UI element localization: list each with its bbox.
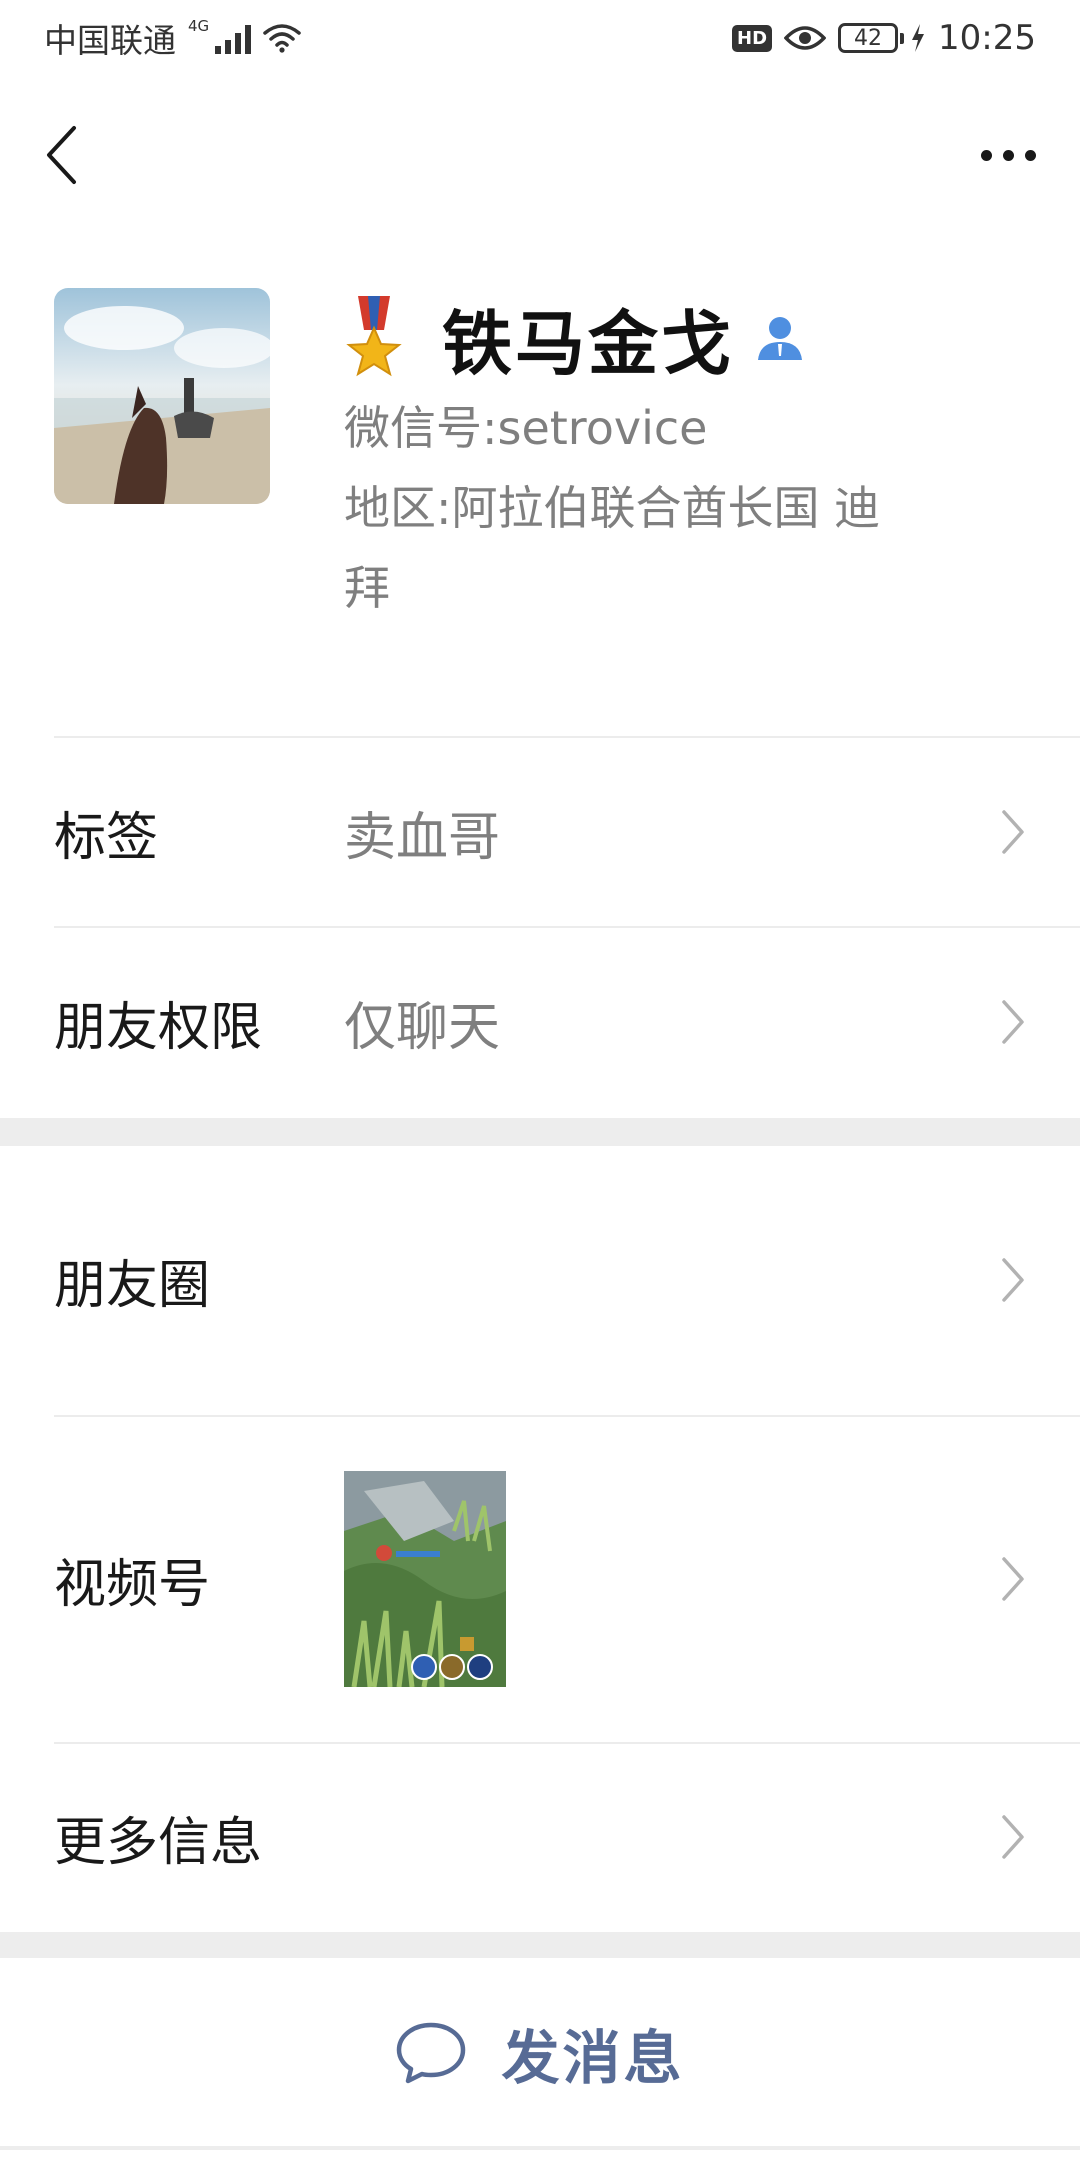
more-info-row[interactable]: 更多信息 bbox=[0, 1744, 1080, 1930]
send-message-label: 发消息 bbox=[501, 2024, 685, 2092]
nav-bar bbox=[0, 100, 1080, 210]
chevron-right-icon bbox=[1002, 1557, 1024, 1601]
signal-icon bbox=[215, 22, 252, 54]
medal-icon bbox=[346, 296, 402, 377]
region-value-continued: 拜 bbox=[344, 561, 390, 615]
carrier-name: 中国联通 bbox=[44, 21, 176, 60]
wifi-icon bbox=[263, 24, 301, 53]
permissions-value: 仅聊天 bbox=[344, 997, 501, 1058]
contact-icon bbox=[758, 317, 802, 360]
name-row: 铁马金戈 bbox=[344, 288, 1024, 388]
chevron-right-icon bbox=[1002, 1258, 1024, 1302]
channels-label: 视频号 bbox=[54, 1554, 211, 1615]
wechat-id-label: 微信号: bbox=[344, 401, 498, 455]
battery-icon: 42 bbox=[838, 23, 905, 53]
moments-row[interactable]: 朋友圈 bbox=[0, 1146, 1080, 1414]
profile-info: 铁马金戈 微信号:setrovice 地区:阿拉伯联合酋长国 迪 拜 bbox=[344, 288, 1024, 628]
status-right: HD 42 10:25 bbox=[732, 18, 1036, 58]
section-gap bbox=[0, 1932, 1080, 1958]
region-label: 地区: bbox=[344, 481, 452, 535]
status-left: 中国联通 4G bbox=[44, 14, 301, 62]
bottom-divider bbox=[0, 2146, 1080, 2150]
send-message-button[interactable]: 发消息 bbox=[0, 1958, 1080, 2148]
status-bar: 中国联通 4G HD 42 10:25 bbox=[0, 0, 1080, 76]
channels-row[interactable]: 视频号 bbox=[0, 1417, 1080, 1741]
contact-profile-page: 中国联通 4G HD 42 10:25 铁马金戈 微信号:setrovice 地… bbox=[0, 0, 1080, 2160]
more-icon[interactable] bbox=[981, 125, 1036, 185]
contact-name: 铁马金戈 bbox=[442, 302, 734, 385]
channels-thumbnail[interactable] bbox=[344, 1471, 506, 1687]
charging-icon bbox=[912, 24, 925, 52]
region-line: 地区:阿拉伯联合酋长国 迪 bbox=[344, 468, 1024, 548]
tags-label: 标签 bbox=[54, 807, 159, 868]
tags-value: 卖血哥 bbox=[344, 807, 501, 868]
chat-bubble-icon bbox=[397, 2022, 466, 2084]
clock: 10:25 bbox=[938, 18, 1036, 58]
permissions-row[interactable]: 朋友权限 仅聊天 bbox=[0, 928, 1080, 1116]
avatar[interactable] bbox=[54, 288, 270, 504]
tags-row[interactable]: 标签 卖血哥 bbox=[0, 738, 1080, 926]
region-line-continued: 拜 bbox=[344, 548, 1024, 628]
hd-badge: HD bbox=[732, 24, 773, 52]
wechat-id-line: 微信号:setrovice bbox=[344, 388, 1024, 468]
chevron-right-icon bbox=[1002, 1000, 1024, 1044]
permissions-label: 朋友权限 bbox=[54, 997, 263, 1058]
eye-icon bbox=[784, 26, 827, 50]
more-info-label: 更多信息 bbox=[54, 1812, 263, 1873]
battery-level: 42 bbox=[854, 25, 883, 51]
wechat-id: setrovice bbox=[497, 401, 708, 455]
chevron-right-icon bbox=[1002, 810, 1024, 854]
section-gap bbox=[0, 1118, 1080, 1146]
chevron-right-icon bbox=[1002, 1815, 1024, 1859]
region-value: 阿拉伯联合酋长国 迪 bbox=[451, 481, 881, 535]
network-type: 4G bbox=[188, 17, 210, 35]
back-icon[interactable] bbox=[44, 120, 94, 190]
moments-label: 朋友圈 bbox=[54, 1255, 211, 1316]
